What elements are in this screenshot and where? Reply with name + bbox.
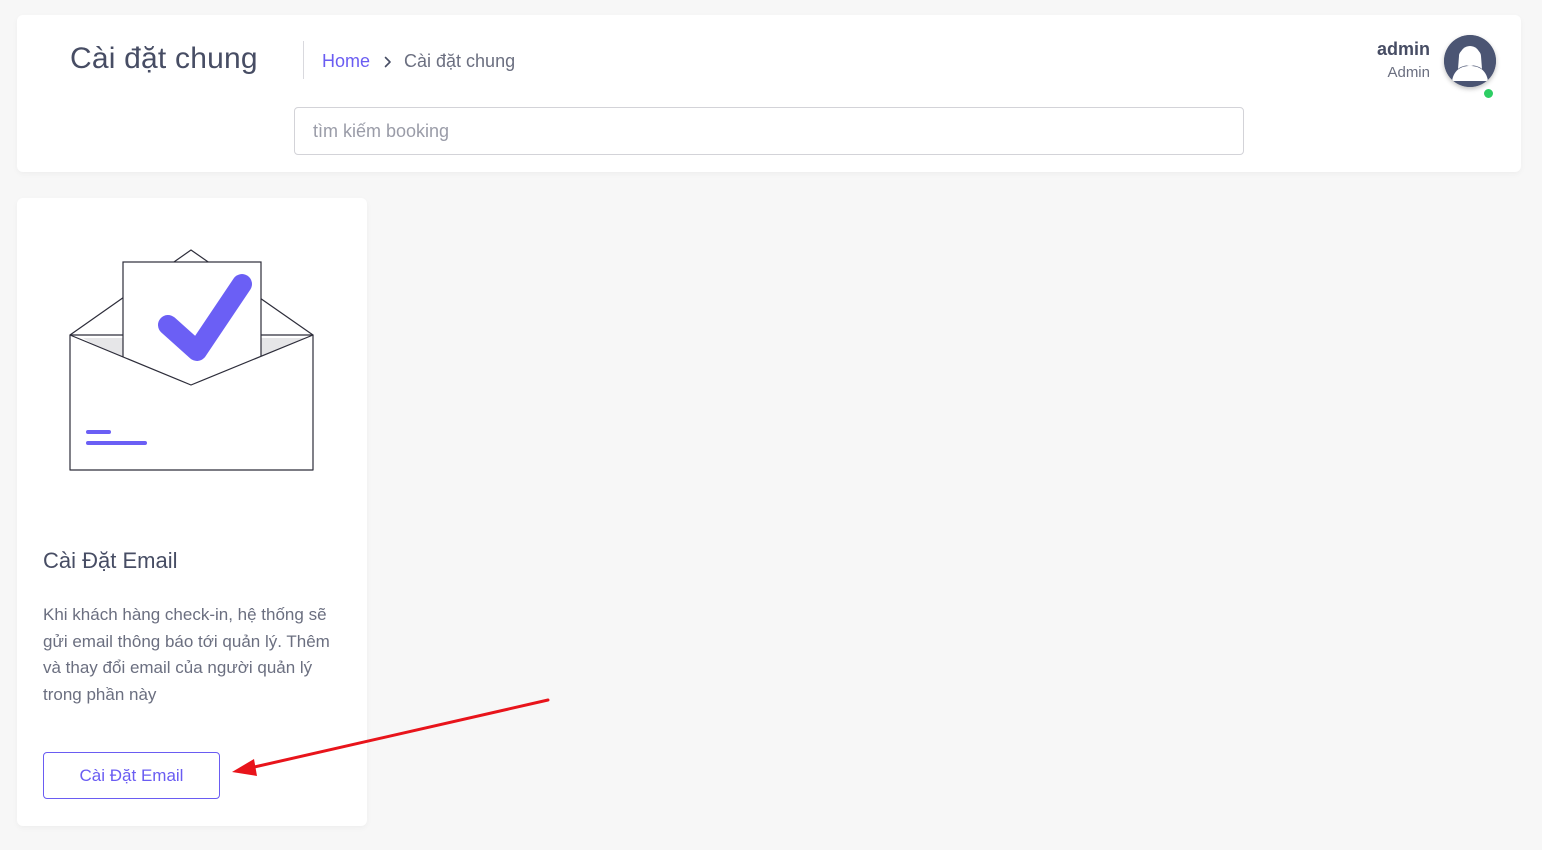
avatar[interactable] <box>1444 35 1496 87</box>
online-status-indicator <box>1482 87 1495 100</box>
page-title: Cài đặt chung <box>70 42 258 75</box>
search-booking-input[interactable] <box>294 107 1244 155</box>
breadcrumb-home-link[interactable]: Home <box>322 51 370 72</box>
breadcrumb: Home Cài đặt chung <box>322 51 515 72</box>
card-description: Khi khách hàng check-in, hệ thống sẽ gửi… <box>43 605 330 704</box>
user-info: admin Admin <box>1377 38 1430 84</box>
email-settings-card: Cài Đặt Email Khi khách hàng check-in, h… <box>17 198 367 826</box>
top-header: Cài đặt chung Home Cài đặt chung admin A… <box>17 15 1521 172</box>
user-menu[interactable]: admin Admin <box>1377 35 1496 87</box>
email-settings-button[interactable]: Cài Đặt Email <box>43 752 220 799</box>
card-title: Cài Đặt Email <box>43 548 178 573</box>
user-name: admin <box>1376 39 1430 59</box>
user-silhouette-icon <box>1444 35 1496 87</box>
title-divider <box>303 41 304 79</box>
chevron-right-icon <box>384 56 392 68</box>
email-check-illustration-icon <box>69 249 314 471</box>
breadcrumb-current: Cài đặt chung <box>404 51 516 71</box>
user-role: Admin <box>1387 64 1430 81</box>
